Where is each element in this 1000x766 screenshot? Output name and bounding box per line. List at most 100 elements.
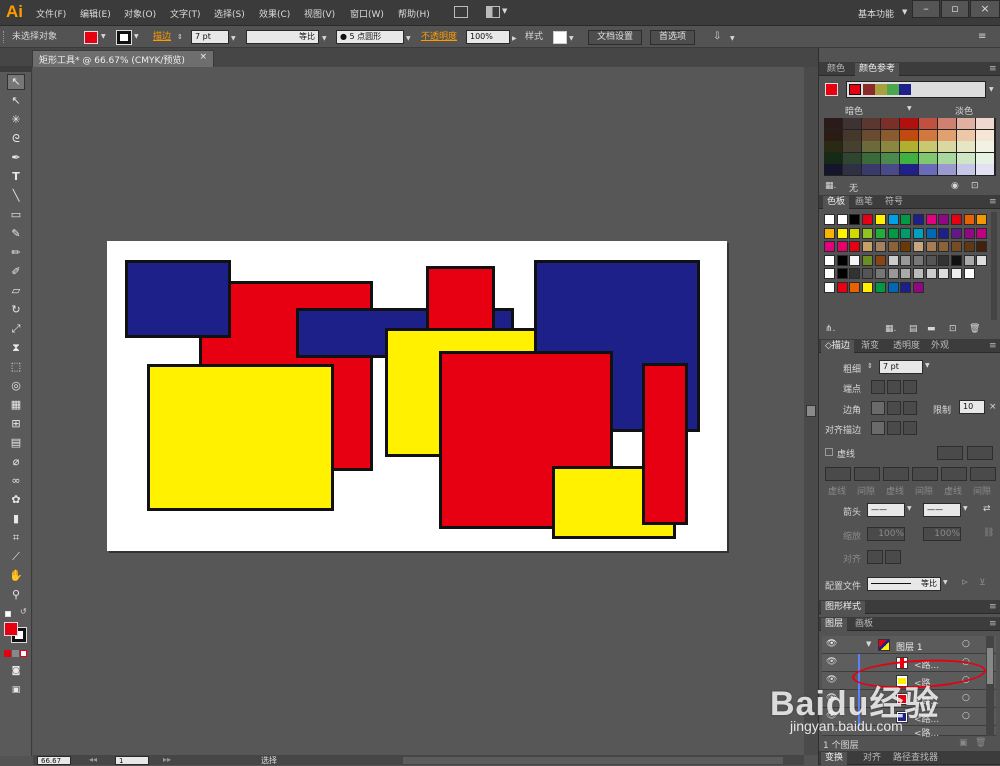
- base-color-swatch[interactable]: [825, 83, 838, 96]
- swatch[interactable]: [849, 281, 861, 293]
- guide-swatch[interactable]: [900, 118, 918, 129]
- artwork-rect[interactable]: [147, 364, 334, 511]
- opacity-link[interactable]: 不透明度: [421, 31, 457, 46]
- chevron-down-icon[interactable]: ▼: [322, 32, 327, 47]
- chevron-down-icon[interactable]: ▼: [231, 32, 236, 47]
- horizontal-scrollbar[interactable]: [403, 757, 783, 764]
- swatch[interactable]: [925, 241, 937, 252]
- guide-swatch[interactable]: [919, 118, 937, 129]
- chevron-down-icon[interactable]: ▼: [925, 362, 930, 369]
- swatch[interactable]: [963, 227, 975, 239]
- width-tool-icon[interactable]: ⧗: [8, 341, 24, 355]
- menu-file[interactable]: 文件(F): [36, 7, 66, 20]
- menu-view[interactable]: 视图(V): [304, 7, 335, 20]
- swatch[interactable]: [824, 281, 835, 293]
- guide-swatch[interactable]: [824, 152, 842, 164]
- guide-swatch[interactable]: [938, 164, 956, 175]
- guide-swatch[interactable]: [938, 152, 956, 164]
- swatch[interactable]: [862, 241, 874, 252]
- blob-brush-tool-icon[interactable]: ✐: [8, 265, 24, 279]
- scroll-thumb[interactable]: [987, 648, 993, 684]
- flip-profile-icon[interactable]: ⊻: [979, 578, 986, 588]
- document-setup-button[interactable]: 文档设置: [588, 30, 643, 45]
- delete-swatch-icon[interactable]: 🗑: [969, 324, 980, 334]
- zoom-tool-icon[interactable]: ⚲: [8, 588, 24, 602]
- swatch[interactable]: [862, 268, 874, 279]
- swatch-library-icon[interactable]: ▦.: [825, 181, 836, 191]
- first-page-icon[interactable]: ◂◂: [89, 755, 97, 764]
- swatch[interactable]: [938, 268, 950, 279]
- guide-swatch[interactable]: [881, 164, 899, 175]
- swatch[interactable]: [862, 214, 874, 225]
- save-colors-icon[interactable]: ⊡: [971, 181, 979, 191]
- swatch[interactable]: [849, 268, 861, 279]
- column-graph-tool-icon[interactable]: ▮: [8, 512, 24, 526]
- swatch[interactable]: [824, 227, 835, 239]
- gradient-mode-icon[interactable]: [12, 650, 19, 657]
- tab-artboards[interactable]: 画板: [851, 618, 877, 631]
- guide-swatch[interactable]: [862, 129, 880, 141]
- stroke-weight-field[interactable]: 7 pt: [191, 30, 229, 44]
- panel-menu-icon[interactable]: ≡: [985, 340, 1000, 353]
- delete-layer-icon[interactable]: 🗑: [975, 738, 986, 748]
- draw-mode-icon[interactable]: ◙: [8, 664, 24, 678]
- tab-symbols[interactable]: 符号: [881, 196, 907, 209]
- preferences-button[interactable]: 首选项: [650, 30, 696, 45]
- menu-help[interactable]: 帮助(H): [398, 7, 430, 20]
- chevron-down-icon[interactable]: ▼: [730, 32, 735, 47]
- guide-swatch[interactable]: [919, 152, 937, 164]
- swatch[interactable]: [900, 281, 912, 293]
- swatch[interactable]: [836, 241, 848, 252]
- guide-swatch[interactable]: [919, 141, 937, 152]
- tab-transform[interactable]: 变换: [821, 752, 848, 765]
- bridge-icon[interactable]: [454, 6, 468, 18]
- tab-gradient[interactable]: 渐变: [857, 340, 883, 353]
- swatch[interactable]: [874, 254, 886, 266]
- swatch[interactable]: [862, 254, 874, 266]
- guide-swatch[interactable]: [843, 152, 861, 164]
- swatch[interactable]: [874, 241, 886, 252]
- swatch[interactable]: [824, 254, 835, 266]
- start-scale-field[interactable]: 100%: [867, 527, 905, 541]
- minimize-button[interactable]: –: [912, 0, 940, 18]
- artwork-rect[interactable]: [125, 260, 231, 338]
- slice-tool-icon[interactable]: ⟋: [8, 550, 24, 564]
- tab-align[interactable]: 对齐: [859, 752, 885, 765]
- swatch[interactable]: [938, 227, 950, 239]
- swatch[interactable]: [836, 254, 848, 266]
- rectangle-tool-icon[interactable]: ▭: [8, 208, 24, 222]
- swatch[interactable]: [900, 227, 912, 239]
- swatch[interactable]: [874, 227, 886, 239]
- guide-swatch[interactable]: [843, 164, 861, 175]
- swatch[interactable]: [963, 268, 975, 279]
- menu-type[interactable]: 文字(T): [170, 7, 201, 20]
- tab-graphic-styles[interactable]: 图形样式: [821, 601, 866, 614]
- guide-swatch[interactable]: [862, 164, 880, 175]
- end-scale-field[interactable]: 100%: [923, 527, 961, 541]
- stepper-icon[interactable]: ⇕: [177, 31, 183, 46]
- target-icon[interactable]: ○: [962, 711, 970, 721]
- swatch[interactable]: [824, 241, 835, 252]
- guide-swatch[interactable]: [938, 141, 956, 152]
- new-swatch-icon[interactable]: ⊡: [949, 324, 957, 334]
- guide-swatch[interactable]: [824, 141, 842, 152]
- swatch[interactable]: [900, 214, 912, 225]
- swatch[interactable]: [976, 214, 988, 225]
- tab-swatches[interactable]: 色板: [823, 196, 850, 209]
- canvas[interactable]: [33, 67, 804, 755]
- swatch[interactable]: [925, 268, 937, 279]
- guide-swatch[interactable]: [976, 152, 994, 164]
- butt-cap-button[interactable]: [871, 380, 885, 394]
- profile-select[interactable]: 等比: [246, 30, 319, 44]
- chevron-down-icon[interactable]: ▼: [569, 32, 574, 47]
- opacity-field[interactable]: 100%: [466, 30, 510, 44]
- menu-window[interactable]: 窗口(W): [350, 7, 384, 20]
- tab-stroke[interactable]: ◇描边: [821, 340, 854, 353]
- guide-swatch[interactable]: [976, 164, 994, 175]
- chevron-down-icon[interactable]: ▼: [134, 33, 139, 40]
- end-arrow-select[interactable]: ——: [923, 503, 961, 517]
- paintbrush-tool-icon[interactable]: ✎: [8, 227, 24, 241]
- style-swatch[interactable]: [553, 31, 567, 44]
- swatch[interactable]: [938, 254, 950, 266]
- guide-swatch[interactable]: [900, 141, 918, 152]
